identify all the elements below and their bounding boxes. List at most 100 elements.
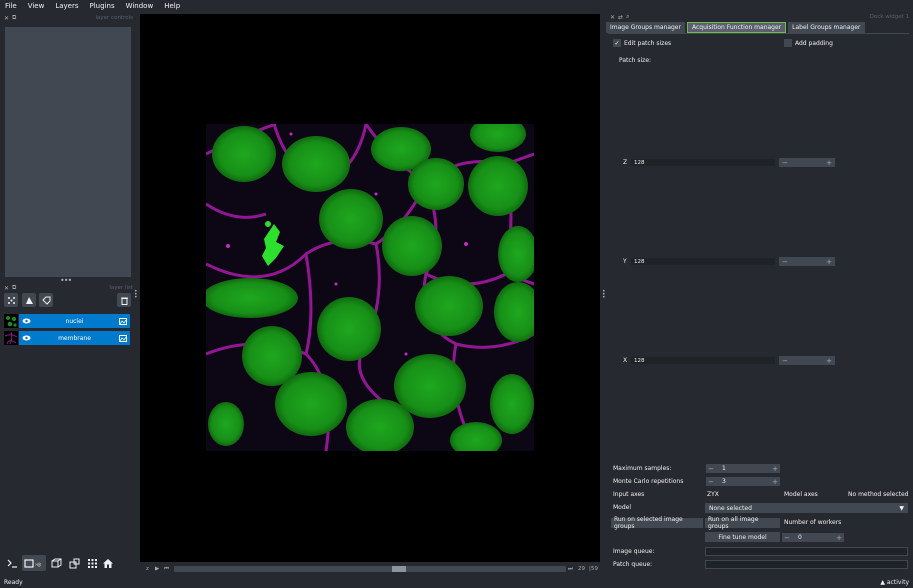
patch-axis-z: Z (623, 159, 628, 166)
ndisplay-toggle-button[interactable]: ›◎ (22, 555, 46, 571)
grid-view-button[interactable] (84, 555, 100, 571)
minus-icon[interactable]: − (782, 159, 788, 167)
menu-view[interactable]: View (28, 2, 45, 10)
image-layer-icon (116, 334, 130, 342)
axis-label: z (146, 566, 149, 572)
patch-x-input[interactable]: 128 (630, 356, 776, 365)
patch-queue-field (705, 560, 908, 569)
patch-z-input[interactable]: 128 (630, 158, 776, 167)
console-button[interactable] (4, 555, 20, 571)
minus-icon[interactable]: − (782, 258, 788, 266)
shapes-icon (25, 296, 33, 304)
image-layer-icon (116, 317, 130, 325)
menubar: File View Layers Plugins Window Help (0, 0, 913, 12)
minus-icon[interactable]: − (706, 478, 716, 486)
float-icon[interactable]: ⧉ (12, 284, 16, 292)
plus-icon[interactable]: + (826, 357, 832, 365)
minus-icon[interactable]: − (782, 357, 788, 365)
layer-item-membrane[interactable]: membrane (19, 331, 130, 345)
step-forward-icon[interactable]: ⏭ (568, 566, 573, 573)
step-back-icon[interactable]: ⏮ (164, 566, 169, 573)
layer-controls-panel (5, 27, 131, 277)
left-dock: ✕ ⧉ layer controls ••• ✕ ⧉ layer list nu… (0, 12, 137, 576)
image-queue-label: Image queue: (613, 548, 655, 555)
minus-icon[interactable]: − (782, 534, 792, 542)
reset-view-button[interactable] (100, 555, 116, 571)
transpose-dims-button[interactable] (66, 555, 82, 571)
transpose-icon (69, 558, 79, 568)
svg-text:›◎: ›◎ (35, 562, 42, 568)
edit-patch-sizes-checkbox[interactable]: ✓ (613, 39, 621, 47)
float-icon[interactable]: ⇄ (618, 14, 623, 21)
chevron-down-icon: ▼ (899, 504, 904, 512)
edit-patch-sizes-label: Edit patch sizes (624, 40, 672, 47)
activity-button[interactable]: ▲ activity (880, 579, 909, 586)
cube-icon (51, 558, 61, 567)
close-icon[interactable]: ✕ (4, 285, 9, 292)
run-all-button[interactable]: Run on all image groups (705, 516, 780, 530)
square-2d-icon: ›◎ (24, 558, 42, 568)
plus-icon[interactable]: + (826, 159, 832, 167)
search-icon[interactable]: ⌕ (626, 13, 629, 21)
slider-thumb[interactable] (392, 566, 406, 572)
delete-layer-button[interactable] (117, 293, 131, 307)
trash-icon (120, 297, 128, 305)
layer-controls-title: layer controls (95, 15, 133, 21)
layer-item-nuclei[interactable]: nuclei (19, 314, 130, 328)
model-axes-label: Model axes (784, 491, 818, 498)
left-dock-resize-handle[interactable]: • • • (134, 289, 138, 301)
input-axes-label: Input axes (613, 491, 645, 498)
patch-y-input[interactable]: 128 (630, 257, 776, 266)
tab-label-groups[interactable]: Label Groups manager (788, 22, 865, 33)
layer-row-nuclei[interactable]: nuclei (4, 314, 130, 328)
menu-layers[interactable]: Layers (55, 2, 78, 10)
menu-help[interactable]: Help (164, 2, 180, 10)
patch-x-stepper[interactable]: − + (779, 356, 835, 365)
menu-plugins[interactable]: Plugins (90, 2, 115, 10)
minus-icon[interactable]: − (706, 465, 716, 473)
run-selected-button[interactable]: Run on selected image groups (611, 516, 703, 530)
status-bar: Ready ▲ activity (0, 576, 913, 588)
float-icon[interactable]: ⧉ (12, 14, 16, 22)
workers-label: Number of workers (784, 519, 842, 526)
tab-bar: Image Groups manager Acquisition Functio… (606, 22, 867, 33)
patch-axis-y: Y (623, 258, 627, 265)
plus-icon[interactable]: + (826, 258, 832, 266)
monte-carlo-spinbox[interactable]: −3 + (706, 477, 780, 486)
model-axes-value: No method selected (848, 491, 909, 498)
patch-y-stepper[interactable]: − + (779, 257, 835, 266)
eye-icon[interactable] (19, 314, 33, 328)
new-shapes-layer-button[interactable] (22, 293, 36, 307)
menu-file[interactable]: File (5, 2, 17, 10)
play-button-icon[interactable]: ▶ (155, 566, 159, 572)
microscopy-image[interactable] (206, 124, 534, 451)
dock-widget-title: Dock widget 1 (869, 14, 909, 20)
layer-buttons (4, 293, 132, 309)
tab-acquisition-function[interactable]: Acquisition Function manager (686, 22, 787, 33)
close-icon[interactable]: ✕ (4, 15, 9, 22)
workers-spinbox[interactable]: −0 + (782, 533, 844, 542)
layer-row-membrane[interactable]: membrane (4, 331, 130, 345)
menu-window[interactable]: Window (126, 2, 154, 10)
plus-icon[interactable]: + (834, 534, 844, 542)
layer-name: nuclei (65, 317, 84, 325)
current-slice[interactable]: 29 (578, 566, 585, 572)
fine-tune-button[interactable]: Fine tune model (705, 532, 780, 542)
max-samples-label: Maximum samples: (613, 465, 672, 472)
tab-image-groups[interactable]: Image Groups manager (606, 22, 685, 33)
eye-icon[interactable] (19, 331, 33, 345)
add-padding-label: Add padding (795, 40, 833, 47)
layer-name: membrane (58, 334, 91, 342)
max-samples-spinbox[interactable]: −1 + (706, 464, 780, 473)
plus-icon[interactable]: + (770, 465, 780, 473)
new-points-layer-button[interactable] (4, 293, 18, 307)
plus-icon[interactable]: + (770, 478, 780, 486)
add-padding-checkbox[interactable] (784, 39, 792, 47)
roll-dims-button[interactable] (48, 555, 64, 571)
patch-z-stepper[interactable]: − + (779, 158, 835, 167)
new-labels-layer-button[interactable] (39, 293, 53, 307)
model-select[interactable]: None selected ▼ (705, 503, 908, 513)
dims-slider[interactable] (174, 566, 566, 572)
close-icon[interactable]: ✕ (610, 14, 615, 21)
patch-size-label: Patch size: (619, 57, 652, 64)
